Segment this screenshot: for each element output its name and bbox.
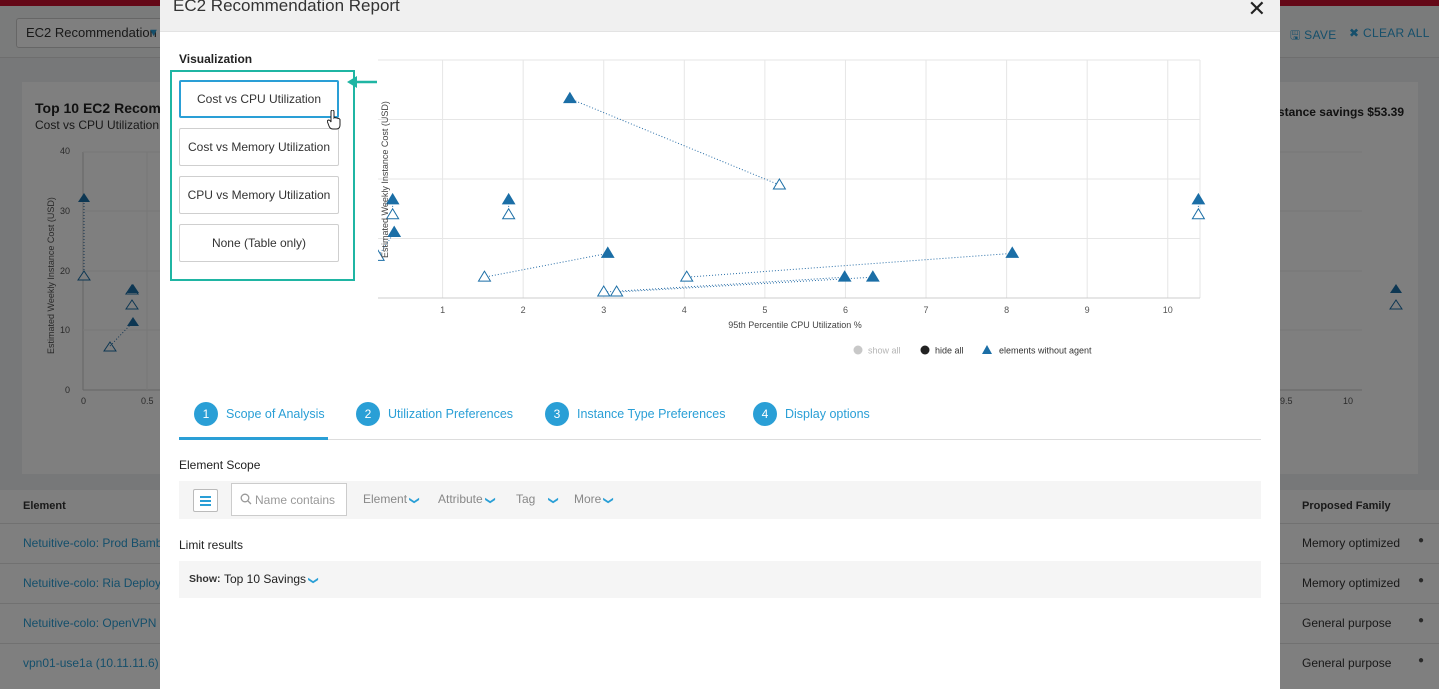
current-instance-marker[interactable] [1005,246,1020,258]
element-scope-filter-bar: Element❯ Attribute❯ Tag❯ More❯ [179,481,1261,519]
legend-without-agent-label: elements without agent [999,346,1092,356]
show-label: Show: [189,573,221,585]
chevron-down-icon: ❯ [484,496,496,505]
tab-number: 3 [545,402,569,426]
more-filter-dropdown[interactable]: More ❯ [574,492,615,506]
tag-filter-label: Tag [516,492,536,506]
viz-cost-vs-memory-button[interactable]: Cost vs Memory Utilization [179,128,339,166]
proposed-instance-marker[interactable] [501,207,516,220]
recommendation-link-line [686,252,1013,278]
proposed-instance-marker[interactable] [477,270,492,282]
cost-vs-cpu-scatter-chart: 012345678910010203040 Estimated Weekly I… [378,59,1206,356]
attribute-filter-label: Attribute [438,492,483,506]
tab-label: Display options [785,407,870,421]
recommendation-link-line [484,252,608,278]
chevron-down-icon: ❯ [548,496,560,505]
x-tick-label: 1 [440,305,445,315]
modal-title: EC2 Recommendation Report [173,0,400,15]
recommendation-link-line [569,98,780,186]
x-tick-label: 4 [682,305,687,315]
tab-label: Instance Type Preferences [577,407,726,421]
tab-number: 1 [194,402,218,426]
proposed-instance-marker[interactable] [609,285,624,297]
x-tick-label: 3 [601,305,606,315]
proposed-instance-marker[interactable] [1191,207,1206,220]
chevron-down-icon: ❯ [408,496,420,505]
visualization-label: Visualization [179,52,253,66]
legend-hide-all[interactable]: hide all [920,345,964,356]
x-axis-title: 95th Percentile CPU Utilization % [728,320,862,330]
viz-cpu-vs-memory-button[interactable]: CPU vs Memory Utilization [179,176,339,214]
tab-label: Utilization Preferences [388,407,514,421]
wizard-tabs: 1 Scope of Analysis 2 Utilization Prefer… [179,394,1261,440]
proposed-instance-marker[interactable] [679,270,694,282]
element-scope-label: Element Scope [179,458,261,472]
recommendation-modal: EC2 Recommendation Report ✕ Visualizatio… [160,0,1280,689]
current-instance-marker[interactable] [387,225,402,238]
legend-triangle-icon [982,345,992,354]
current-instance-marker[interactable] [1191,192,1206,205]
current-instance-marker[interactable] [563,91,577,104]
list-icon-line [200,504,211,506]
list-menu-button[interactable] [193,489,218,512]
legend-show-all-dot [853,345,863,355]
current-instance-marker[interactable] [837,270,852,282]
list-icon-line [200,496,211,498]
recommendation-link-line [603,276,845,293]
legend-without-agent[interactable]: elements without agent [982,345,1092,356]
chevron-down-icon: ❯ [603,496,615,505]
legend-hide-all-dot [920,345,930,355]
search-icon [240,493,252,505]
proposed-instance-marker[interactable] [596,285,611,297]
tab-display-options[interactable]: 4 Display options [738,394,878,440]
more-filter-label: More [574,492,602,506]
chevron-down-icon: ❯ [307,576,319,585]
attribute-filter-dropdown[interactable]: Attribute ❯ [438,492,496,506]
tab-label: Scope of Analysis [226,407,325,421]
current-instance-marker[interactable] [501,192,516,205]
viz-cost-vs-cpu-button[interactable]: Cost vs CPU Utilization [179,80,339,118]
element-filter-label: Element [363,492,408,506]
tab-number: 2 [356,402,380,426]
current-instance-marker[interactable] [865,270,880,282]
limit-results-bar: Show: Top 10 Savings ❯ [179,561,1261,598]
close-icon[interactable]: ✕ [1248,0,1266,22]
show-limit-value: Top 10 Savings [224,572,307,586]
recommendation-link-line [616,276,873,293]
show-limit-dropdown[interactable]: Top 10 Savings ❯ [224,572,319,586]
modal-header: EC2 Recommendation Report ✕ [160,0,1280,32]
legend-hide-all-label: hide all [935,346,964,356]
hand-pointer-icon [327,110,341,130]
x-tick-label: 5 [762,305,767,315]
y-axis-title: Estimated Weekly Instance Cost (USD) [380,101,390,258]
element-filter-dropdown[interactable]: Element ❯ [363,492,420,506]
tag-filter-dropdown[interactable]: Tag ❯ [516,492,560,506]
x-tick-label: 8 [1004,305,1009,315]
list-icon-line [200,500,211,502]
limit-results-label: Limit results [179,538,244,552]
chart-legend: show all hide all elements without agent [853,345,1092,356]
tab-utilization-preferences[interactable]: 2 Utilization Preferences [341,394,514,440]
arrow-left-icon [347,76,377,88]
x-tick-label: 2 [521,305,526,315]
legend-show-all-label: show all [868,346,901,356]
x-tick-label: 10 [1163,305,1173,315]
x-tick-label: 7 [924,305,929,315]
tab-number: 4 [753,402,777,426]
x-tick-label: 6 [843,305,848,315]
legend-show-all[interactable]: show all [853,345,901,356]
tab-scope-of-analysis[interactable]: 1 Scope of Analysis [179,394,328,440]
viz-table-only-button[interactable]: None (Table only) [179,224,339,262]
x-tick-label: 9 [1085,305,1090,315]
tab-instance-type-preferences[interactable]: 3 Instance Type Preferences [530,394,725,440]
proposed-instance-marker[interactable] [772,177,787,190]
